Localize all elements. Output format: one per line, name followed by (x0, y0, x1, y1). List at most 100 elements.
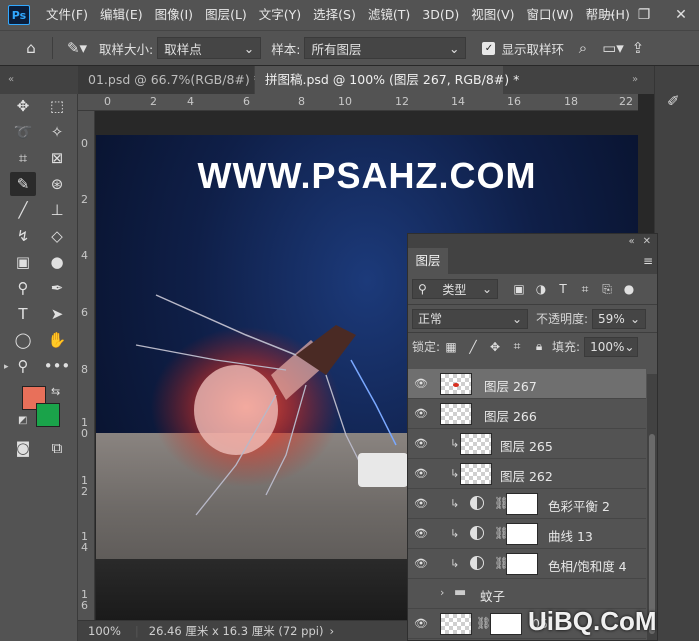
visibility-eye-icon[interactable]: 👁︎ (414, 557, 428, 571)
visibility-eye-icon[interactable]: 👁︎ (414, 467, 428, 481)
panel-menu-icon[interactable]: ≡ (643, 254, 653, 268)
filter-shape-icon[interactable]: ⌗ (574, 279, 596, 299)
workspace-icon[interactable]: ▭▾ (598, 35, 628, 61)
menu-edit[interactable]: 编辑(E) (94, 0, 149, 30)
more-tools-icon[interactable]: ••• (44, 354, 71, 378)
visibility-eye-icon[interactable]: 👁︎ (414, 617, 428, 631)
tab-puzzle-psd[interactable]: 拼图稿.psd @ 100% (图层 267, RGB/8#) * (255, 66, 519, 94)
menu-select[interactable]: 选择(S) (307, 0, 362, 30)
lock-artboard-icon[interactable]: ⌗ (506, 337, 528, 357)
visibility-eye-icon[interactable]: 👁︎ (414, 437, 428, 451)
quick-mask-icon[interactable]: ◙ (10, 436, 36, 460)
eyedropper-preset-icon[interactable]: ✎▾ (59, 35, 95, 61)
menu-window[interactable]: 窗口(W) (521, 0, 580, 30)
pen-tool-icon[interactable]: ✒ (44, 276, 70, 300)
layer-row-curves[interactable]: 👁︎ ↳ ⛓︎ 曲线 13 (408, 519, 646, 549)
zoom-tool-icon[interactable]: ⚲ (10, 354, 36, 378)
zoom-level[interactable]: 100% (88, 624, 121, 638)
close-panel-icon[interactable]: ✕ (643, 236, 651, 247)
frame-tool-icon[interactable]: ⊠ (44, 146, 70, 170)
lock-pixels-icon[interactable]: ╱ (462, 337, 484, 357)
layer-row-267[interactable]: 👁︎ 图层 267 (408, 369, 646, 399)
filter-smart-icon[interactable]: ⎘ (596, 279, 618, 299)
sample-select[interactable]: 所有图层 ⌄ (304, 37, 467, 59)
magic-wand-icon[interactable]: ✧ (44, 120, 70, 144)
lock-position-icon[interactable]: ✥ (484, 337, 506, 357)
default-colors-icon[interactable]: ◩ (18, 415, 27, 426)
hand-tool-icon[interactable]: ✋ (44, 328, 70, 352)
lock-transparent-icon[interactable]: ▦ (440, 337, 462, 357)
visibility-eye-icon[interactable]: 👁︎ (414, 497, 428, 511)
filter-pixel-icon[interactable]: ▣ (508, 279, 530, 299)
path-select-icon[interactable]: ➤ (44, 302, 70, 326)
expand-group-icon[interactable]: › (440, 586, 444, 599)
visibility-eye-icon[interactable]: 👁︎ (414, 527, 428, 541)
menu-3d[interactable]: 3D(D) (416, 0, 465, 30)
close-icon[interactable]: ✕ (663, 0, 699, 30)
layer-name[interactable]: 图层 265 (500, 436, 553, 455)
fill-input[interactable]: 100% ⌄ (584, 336, 639, 357)
screen-mode-icon[interactable]: ⧉ (44, 436, 70, 460)
filter-kind-select[interactable]: ⚲ 类型 ⌄ (412, 279, 498, 299)
share-icon[interactable]: ⇪ (628, 35, 648, 61)
properties-panel-icon[interactable]: ✐ (667, 92, 680, 110)
menu-image[interactable]: 图像(I) (149, 0, 199, 30)
layers-scroll-thumb[interactable] (649, 434, 655, 634)
blend-mode-select[interactable]: 正常 ⌄ (412, 308, 528, 329)
layer-row-266[interactable]: 👁︎ 图层 266 (408, 399, 646, 429)
collapse-toolbar-icon[interactable]: « (8, 66, 14, 94)
layer-row-hue-saturation[interactable]: 👁︎ ↳ ⛓︎ 色相/饱和度 4 (408, 549, 646, 579)
layer-row-265[interactable]: 👁︎ ↳ 图层 265 (408, 429, 646, 459)
lock-all-icon[interactable]: 🔒︎ (528, 337, 550, 357)
layer-row-262[interactable]: 👁︎ ↳ 图层 262 (408, 459, 646, 489)
stamp-tool-icon[interactable]: ⊥ (44, 198, 70, 222)
filter-type-icon[interactable]: T (552, 279, 574, 299)
show-ring-checkbox[interactable]: ✓ 显示取样环 (482, 39, 564, 58)
filter-adjustment-icon[interactable]: ◑ (530, 279, 552, 299)
ellipse-tool-icon[interactable]: ◯ (10, 328, 36, 352)
layer-name[interactable]: 图层 262 (500, 466, 553, 485)
layer-name[interactable]: 蚊子 (480, 586, 505, 605)
eyedropper-tool-icon[interactable]: ✎ (10, 172, 36, 196)
layer-name[interactable]: 曲线 13 (548, 526, 593, 545)
opacity-input[interactable]: 59% ⌄ (592, 308, 647, 329)
menu-view[interactable]: 视图(V) (465, 0, 520, 30)
history-brush-icon[interactable]: ↯ (10, 224, 36, 248)
maximize-icon[interactable]: ❐ (626, 0, 662, 30)
sample-size-select[interactable]: 取样点 ⌄ (157, 37, 262, 59)
visibility-eye-icon[interactable]: 👁︎ (414, 407, 428, 421)
search-icon[interactable]: ⌕ (568, 35, 598, 61)
layer-name[interactable]: 色彩平衡 2 (548, 496, 610, 515)
type-tool-icon[interactable]: T (10, 302, 36, 326)
background-color-swatch[interactable] (36, 403, 60, 427)
layer-name[interactable]: 色相/饱和度 4 (548, 556, 627, 575)
visibility-eye-icon[interactable]: 👁︎ (414, 377, 428, 391)
filter-toggle-icon[interactable]: ● (618, 279, 640, 299)
lasso-tool-icon[interactable]: ➰ (10, 120, 36, 144)
menu-layer[interactable]: 图层(L) (199, 0, 253, 30)
tab-layers[interactable]: 图层 (408, 248, 448, 274)
marquee-tool-icon[interactable]: ⬚ (44, 94, 70, 118)
brush-tool-icon[interactable]: ╱ (10, 198, 36, 222)
menu-filter[interactable]: 滤镜(T) (362, 0, 416, 30)
layer-row-color-balance[interactable]: 👁︎ ↳ ⛓︎ 色彩平衡 2 (408, 489, 646, 519)
menu-type[interactable]: 文字(Y) (253, 0, 307, 30)
swap-colors-icon[interactable]: ⇆ (51, 385, 60, 398)
layer-group-mosquito[interactable]: › ▬ 蚊子 (408, 579, 646, 609)
menu-file[interactable]: 文件(F) (40, 0, 94, 30)
collapse-panels-icon[interactable]: » (632, 66, 638, 94)
layer-name[interactable]: 图层 266 (484, 406, 537, 425)
eraser-tool-icon[interactable]: ◇ (44, 224, 70, 248)
home-icon[interactable]: ⌂ (16, 35, 46, 61)
gradient-tool-icon[interactable]: ▣ (10, 250, 36, 274)
collapse-icon[interactable]: « (628, 236, 634, 247)
minimize-icon[interactable]: — (590, 0, 626, 30)
tab-01-psd[interactable]: 01.psd @ 66.7%(RGB/8#) * (78, 66, 260, 94)
spot-heal-icon[interactable]: ⊛ (44, 172, 70, 196)
layer-name[interactable]: 图层 267 (484, 376, 537, 395)
crop-tool-icon[interactable]: ⌗ (10, 146, 36, 170)
move-tool-icon[interactable]: ✥ (10, 94, 36, 118)
blur-tool-icon[interactable]: ● (44, 250, 70, 274)
dodge-tool-icon[interactable]: ⚲ (10, 276, 36, 300)
status-arrow-icon[interactable]: › (329, 624, 334, 638)
